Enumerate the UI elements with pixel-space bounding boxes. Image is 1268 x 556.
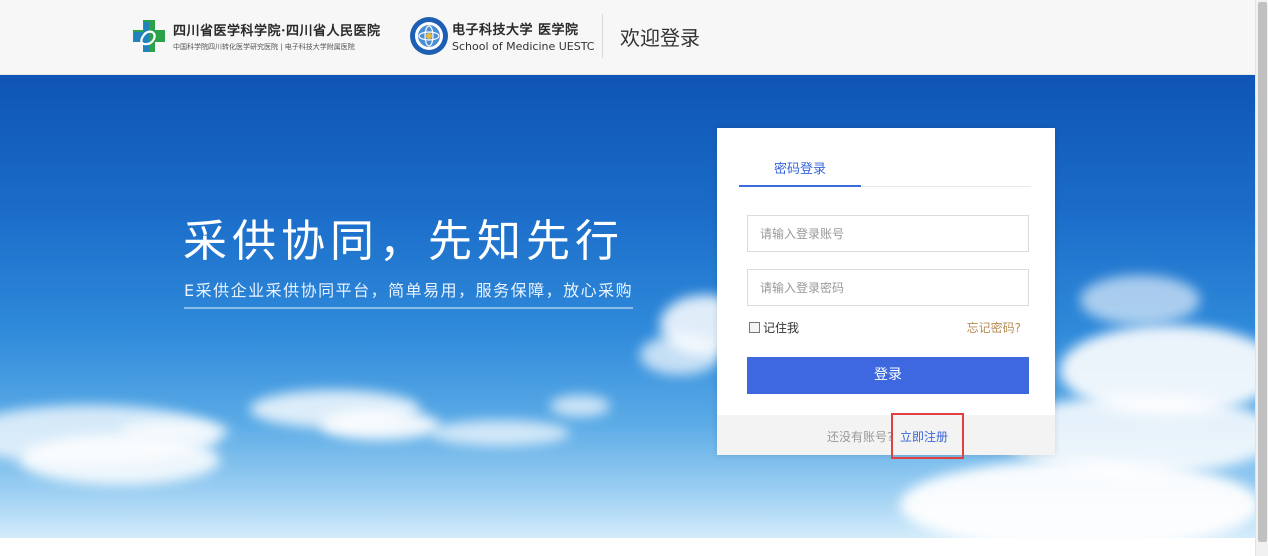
cloud-shape (430, 420, 570, 446)
no-account-text: 还没有账号? (827, 430, 894, 444)
remember-me[interactable]: 记住我 (749, 319, 799, 336)
scrollbar-thumb[interactable] (1258, 2, 1267, 542)
hero-slogan: 采供协同，先知先行 (183, 216, 624, 267)
tab-password-login[interactable]: 密码登录 (739, 158, 861, 187)
forgot-password-link[interactable]: 忘记密码? (967, 319, 1021, 336)
remember-label: 记住我 (763, 321, 800, 335)
login-card: 密码登录 记住我 忘记密码? 登录 还没有账号? 立即注册 (717, 128, 1055, 455)
vertical-scrollbar[interactable] (1255, 0, 1268, 556)
remember-checkbox[interactable] (749, 322, 760, 333)
institution1-subtitle: 中国科学院四川转化医学研究医院 | 电子科技大学附属医院 (173, 43, 355, 51)
hero-banner: 采供协同，先知先行 E采供企业采供协同平台，简单易用，服务保障，放心采购 (0, 75, 1255, 538)
institution2-subtitle: School of Medicine UESTC (452, 40, 595, 53)
institution1-block: 四川省医学科学院·四川省人民医院 中国科学院四川转化医学研究医院 | 电子科技大… (173, 20, 381, 52)
login-card-footer: 还没有账号? 立即注册 (717, 415, 1055, 455)
username-input[interactable] (747, 215, 1029, 252)
page-header: 四川省医学科学院·四川省人民医院 中国科学院四川转化医学研究医院 | 电子科技大… (0, 0, 1255, 75)
login-tabbar: 密码登录 (739, 158, 1031, 187)
password-input[interactable] (747, 269, 1029, 306)
register-highlight-box (891, 413, 964, 459)
cloud-shape (900, 460, 1255, 538)
hero-subtitle: E采供企业采供协同平台，简单易用，服务保障，放心采购 (184, 277, 634, 309)
institution2-name: 电子科技大学 医学院 (452, 23, 579, 38)
page-title: 欢迎登录 (620, 26, 700, 50)
cloud-shape (550, 395, 610, 417)
uestc-seal-logo-icon (410, 17, 448, 55)
cloud-shape (320, 410, 440, 440)
login-button[interactable]: 登录 (747, 357, 1029, 394)
header-divider (602, 14, 603, 58)
institution2-block: 电子科技大学 医学院 School of Medicine UESTC (452, 19, 595, 53)
cloud-shape (640, 335, 720, 375)
cloud-shape (20, 435, 220, 485)
institution1-name: 四川省医学科学院·四川省人民医院 (173, 24, 381, 39)
hospital-cross-logo-icon (133, 20, 165, 52)
cloud-shape (120, 420, 230, 442)
cloud-shape (1080, 275, 1200, 325)
